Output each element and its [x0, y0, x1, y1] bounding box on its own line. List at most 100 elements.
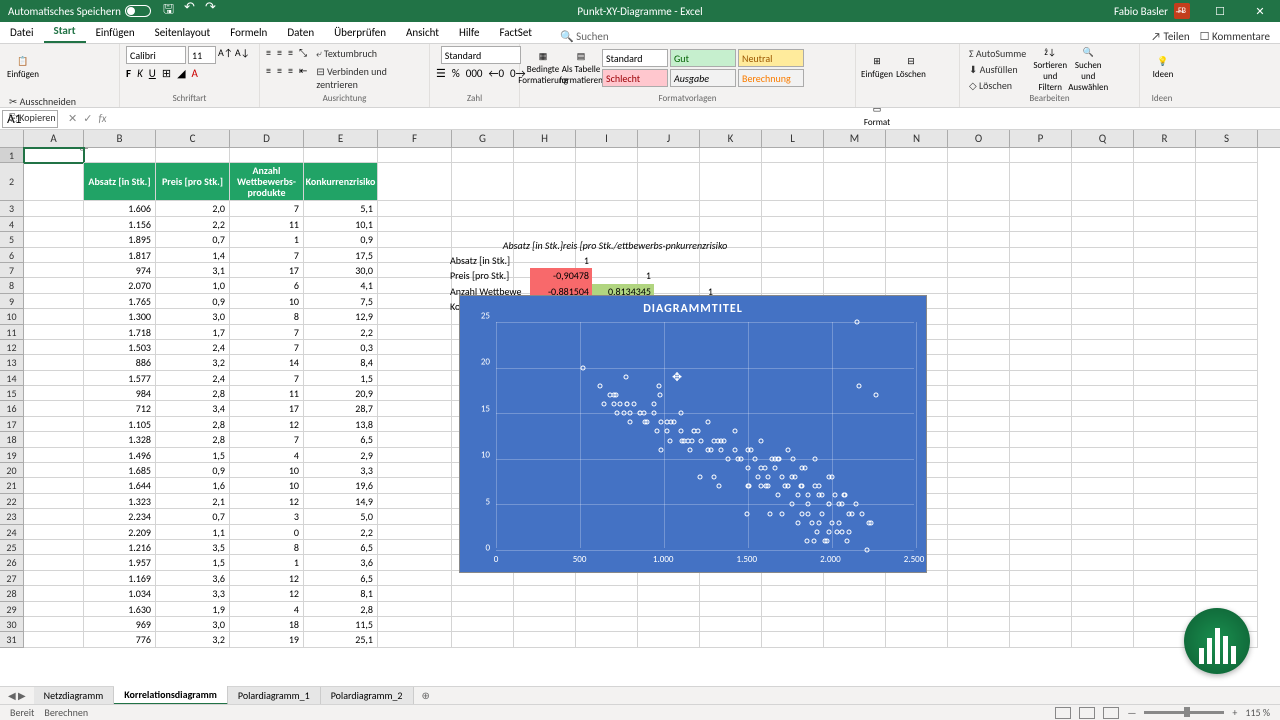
- chart-point[interactable]: [806, 493, 811, 498]
- cell[interactable]: [1196, 586, 1258, 601]
- cell[interactable]: [576, 217, 638, 232]
- cell[interactable]: [378, 309, 452, 324]
- chart-point[interactable]: [712, 438, 717, 443]
- chart-point[interactable]: [865, 548, 870, 553]
- row-header[interactable]: 29: [0, 602, 24, 617]
- cell[interactable]: 776: [84, 632, 156, 647]
- cell[interactable]: [378, 555, 452, 570]
- chart-point[interactable]: [657, 392, 662, 397]
- cell[interactable]: [378, 525, 452, 540]
- chart-point[interactable]: [789, 475, 794, 480]
- row-header[interactable]: 23: [0, 509, 24, 524]
- cell[interactable]: [1134, 478, 1196, 493]
- percent-icon[interactable]: %: [452, 67, 460, 80]
- cell-styles-gallery[interactable]: Standard Gut Neutral Schlecht Ausgabe Be…: [602, 49, 804, 87]
- chart-point[interactable]: [621, 411, 626, 416]
- cell[interactable]: [762, 201, 824, 216]
- cell[interactable]: [1134, 371, 1196, 386]
- cell[interactable]: [824, 201, 886, 216]
- chart-point[interactable]: [846, 529, 851, 534]
- cell[interactable]: [1072, 340, 1134, 355]
- cell[interactable]: [1072, 232, 1134, 247]
- zoom-out-icon[interactable]: —: [1127, 706, 1136, 719]
- cell[interactable]: 1,0: [156, 278, 230, 293]
- italic-button[interactable]: K: [137, 67, 143, 80]
- cell[interactable]: [824, 217, 886, 232]
- tab-einfuegen[interactable]: Einfügen: [86, 22, 145, 43]
- cell[interactable]: [514, 586, 576, 601]
- cell[interactable]: 3,4: [156, 401, 230, 416]
- col-header-P[interactable]: P: [1010, 130, 1072, 147]
- chart-point[interactable]: [819, 511, 824, 516]
- cell[interactable]: [378, 586, 452, 601]
- close-icon[interactable]: ✕: [1240, 5, 1280, 18]
- chart-point[interactable]: [655, 429, 660, 434]
- chart-point[interactable]: [804, 538, 809, 543]
- chart-point[interactable]: [698, 475, 703, 480]
- cell[interactable]: [514, 632, 576, 647]
- cell[interactable]: [886, 278, 948, 293]
- cell[interactable]: [700, 602, 762, 617]
- style-berechnung[interactable]: Berechnung: [738, 69, 804, 87]
- cell[interactable]: [762, 586, 824, 601]
- cell[interactable]: [638, 617, 700, 632]
- cell[interactable]: 1: [230, 232, 304, 247]
- chart-point[interactable]: [809, 520, 814, 525]
- currency-icon[interactable]: ☰: [436, 67, 446, 80]
- font-size-select[interactable]: [188, 46, 216, 64]
- cell[interactable]: [1072, 325, 1134, 340]
- cell[interactable]: [1196, 309, 1258, 324]
- chart-point[interactable]: [598, 383, 603, 388]
- cell[interactable]: [1134, 325, 1196, 340]
- cell[interactable]: 13,8: [304, 417, 378, 432]
- cell[interactable]: [948, 355, 1010, 370]
- row-header[interactable]: 16: [0, 401, 24, 416]
- cell[interactable]: [948, 325, 1010, 340]
- chart-point[interactable]: [814, 529, 819, 534]
- chart-point[interactable]: [656, 383, 661, 388]
- cell[interactable]: 3: [230, 509, 304, 524]
- cell[interactable]: [1072, 602, 1134, 617]
- cell[interactable]: 7: [230, 325, 304, 340]
- chart-point[interactable]: [762, 465, 767, 470]
- chart-point[interactable]: [725, 456, 730, 461]
- cell[interactable]: 1.577: [84, 371, 156, 386]
- cell[interactable]: [824, 248, 886, 263]
- cell[interactable]: [1134, 401, 1196, 416]
- autosave[interactable]: Automatisches Speichern: [8, 5, 151, 18]
- style-neutral[interactable]: Neutral: [738, 49, 804, 67]
- cell[interactable]: [1010, 417, 1072, 432]
- fill-color-icon[interactable]: ◢: [177, 67, 185, 80]
- cell[interactable]: [378, 571, 452, 586]
- cell[interactable]: [700, 617, 762, 632]
- copy-button[interactable]: ⎘ Kopieren: [6, 110, 99, 125]
- cell[interactable]: 3,3: [156, 586, 230, 601]
- chart-point[interactable]: [826, 475, 831, 480]
- chart-point[interactable]: [678, 411, 683, 416]
- cell[interactable]: 2.234: [84, 509, 156, 524]
- chart-point[interactable]: [816, 493, 821, 498]
- cell[interactable]: 11,5: [304, 617, 378, 632]
- cell[interactable]: 1.496: [84, 448, 156, 463]
- cell[interactable]: [948, 309, 1010, 324]
- cell[interactable]: [1134, 417, 1196, 432]
- row-header[interactable]: 1: [0, 148, 24, 163]
- chart-point[interactable]: [688, 447, 693, 452]
- chart-point[interactable]: [631, 402, 636, 407]
- cell[interactable]: 1: [230, 555, 304, 570]
- cell[interactable]: [1010, 232, 1072, 247]
- cell[interactable]: [84, 148, 156, 163]
- cell[interactable]: [378, 509, 452, 524]
- row-header[interactable]: 28: [0, 586, 24, 601]
- cell[interactable]: [1072, 248, 1134, 263]
- cell[interactable]: [24, 555, 84, 570]
- paste-button[interactable]: 📋Einfügen: [6, 46, 40, 90]
- cell[interactable]: [378, 494, 452, 509]
- cell[interactable]: [1196, 417, 1258, 432]
- shrink-font-icon[interactable]: A↓: [235, 46, 250, 64]
- cell[interactable]: 2,8: [156, 386, 230, 401]
- cell[interactable]: 2,4: [156, 340, 230, 355]
- cell[interactable]: 1,6: [156, 478, 230, 493]
- col-header-S[interactable]: S: [1196, 130, 1258, 147]
- ideas-button[interactable]: 💡Ideen: [1146, 46, 1180, 90]
